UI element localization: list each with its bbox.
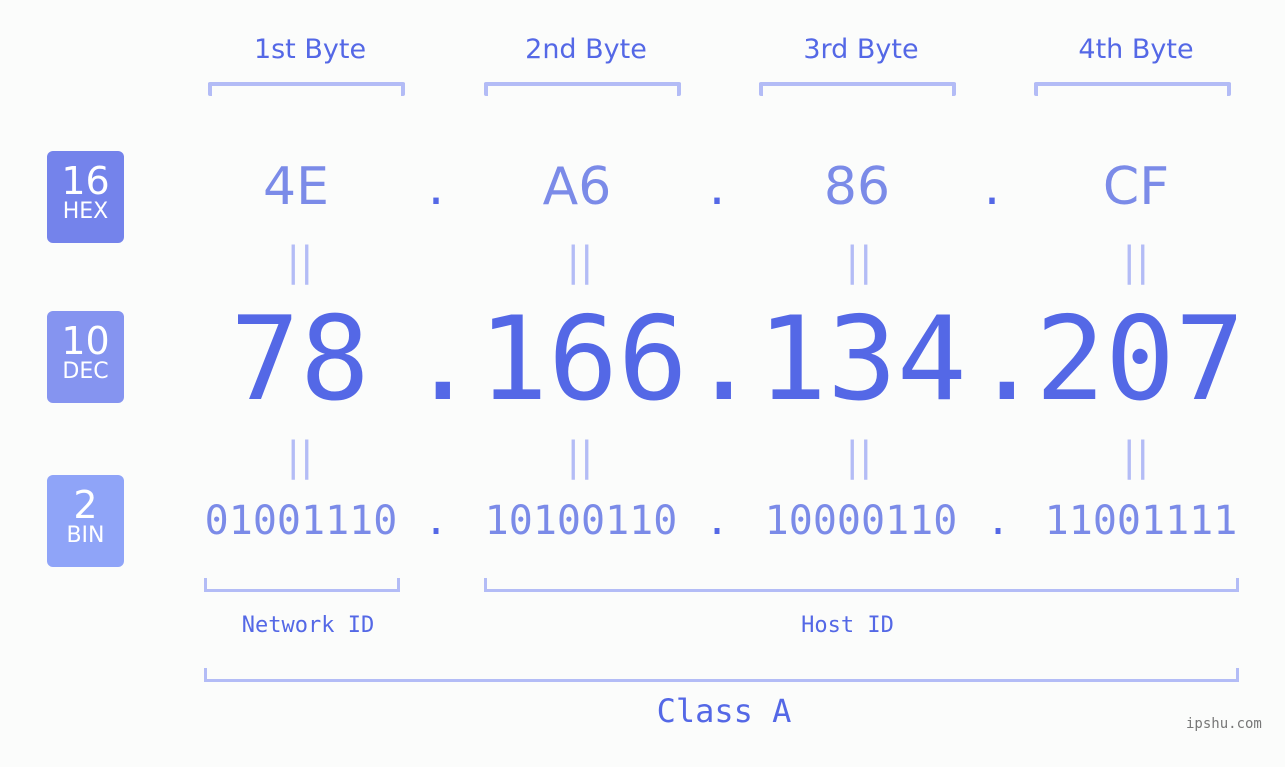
hex-byte-4: CF bbox=[1102, 157, 1170, 217]
network-id-label: Network ID bbox=[241, 613, 375, 638]
hex-separator: . bbox=[427, 157, 445, 217]
class-bracket bbox=[204, 668, 1239, 682]
hex-byte-1: 4E bbox=[263, 157, 329, 217]
byte-bracket-2 bbox=[484, 82, 681, 96]
dec-byte-1: 78 bbox=[230, 292, 370, 427]
equals-sign: || bbox=[1122, 239, 1150, 285]
hex-separator: . bbox=[708, 157, 726, 217]
hex-byte-3: 86 bbox=[823, 157, 891, 217]
network-id-bracket bbox=[204, 578, 400, 592]
bin-badge: 2 BIN bbox=[47, 475, 124, 567]
dec-byte-4: 207 bbox=[1035, 292, 1245, 427]
byte-label-2: 2nd Byte bbox=[525, 34, 647, 65]
hex-base: 16 bbox=[61, 159, 110, 203]
equals-sign: || bbox=[1122, 434, 1150, 480]
dec-byte-3: 134 bbox=[757, 292, 967, 427]
bin-separator: . bbox=[423, 498, 449, 544]
bin-byte-1: 01001110 bbox=[204, 498, 398, 544]
byte-label-1: 1st Byte bbox=[253, 34, 367, 65]
hex-separator: . bbox=[983, 157, 1001, 217]
byte-bracket-3 bbox=[759, 82, 956, 96]
equals-sign: || bbox=[566, 239, 594, 285]
dec-name: DEC bbox=[62, 359, 109, 384]
class-label: Class A bbox=[656, 692, 792, 730]
dec-base: 10 bbox=[61, 319, 110, 363]
byte-label-3: 3rd Byte bbox=[803, 34, 919, 65]
host-id-bracket bbox=[484, 578, 1239, 592]
byte-label-4: 4th Byte bbox=[1078, 34, 1194, 65]
bin-byte-4: 11001111 bbox=[1044, 498, 1238, 544]
equals-sign: || bbox=[286, 239, 314, 285]
dec-byte-2: 166 bbox=[478, 292, 688, 427]
equals-sign: || bbox=[845, 434, 873, 480]
bin-byte-3: 10000110 bbox=[764, 498, 958, 544]
hex-badge: 16 HEX bbox=[47, 151, 124, 243]
equals-sign: || bbox=[286, 434, 314, 480]
watermark: ipshu.com bbox=[1186, 716, 1262, 732]
hex-byte-2: A6 bbox=[542, 157, 612, 217]
host-id-label: Host ID bbox=[801, 613, 894, 638]
equals-sign: || bbox=[566, 434, 594, 480]
bin-separator: . bbox=[985, 498, 1011, 544]
hex-name: HEX bbox=[62, 199, 109, 224]
bin-byte-2: 10100110 bbox=[484, 498, 678, 544]
byte-bracket-1 bbox=[208, 82, 405, 96]
byte-bracket-4 bbox=[1034, 82, 1231, 96]
bin-separator: . bbox=[704, 498, 730, 544]
bin-name: BIN bbox=[66, 523, 105, 548]
dec-badge: 10 DEC bbox=[47, 311, 124, 403]
bin-base: 2 bbox=[73, 483, 98, 527]
equals-sign: || bbox=[845, 239, 873, 285]
